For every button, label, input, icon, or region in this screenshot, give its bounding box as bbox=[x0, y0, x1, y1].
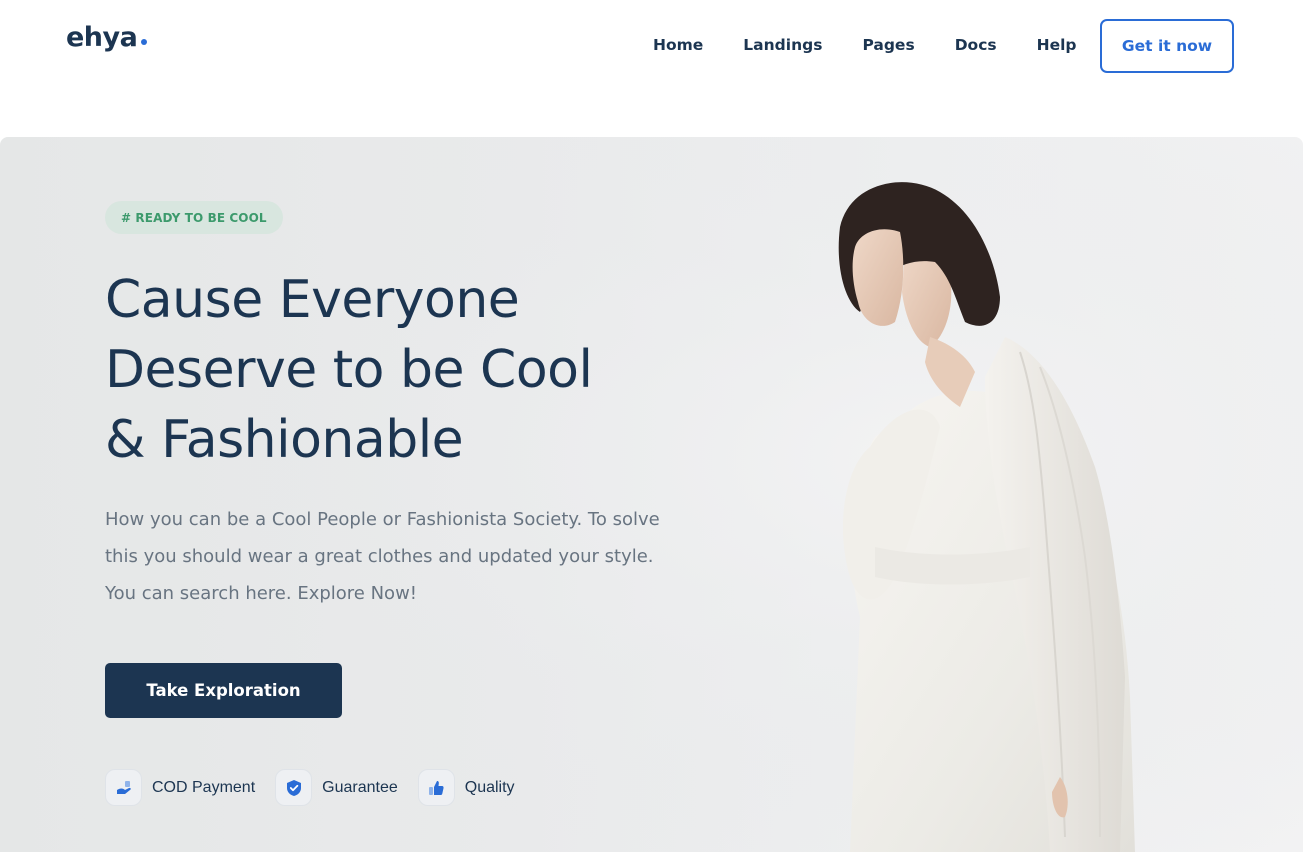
hero-section: # READY TO BE COOL Cause Everyone Deserv… bbox=[0, 137, 1303, 852]
headline-line-2: Deserve to be Cool bbox=[105, 340, 593, 400]
thumbs-up-icon bbox=[417, 769, 455, 806]
shield-check-icon bbox=[275, 769, 313, 806]
hero-photo bbox=[0, 137, 1303, 852]
nav-home[interactable]: Home bbox=[653, 36, 703, 54]
hero-description: How you can be a Cool People or Fashioni… bbox=[105, 509, 660, 604]
nav-docs[interactable]: Docs bbox=[955, 36, 997, 54]
get-it-now-button[interactable]: Get it now bbox=[1100, 19, 1234, 73]
nav-help[interactable]: Help bbox=[1037, 36, 1077, 54]
feature-cod-payment: COD Payment bbox=[105, 769, 255, 806]
headline-line-3: & Fashionable bbox=[105, 410, 464, 470]
feature-quality: Quality bbox=[417, 769, 515, 806]
feature-label: Quality bbox=[464, 778, 515, 796]
nav-landings[interactable]: Landings bbox=[743, 36, 822, 54]
cash-hand-icon bbox=[105, 769, 142, 806]
take-exploration-button[interactable]: Take Exploration bbox=[105, 663, 342, 718]
feature-label: Guarantee bbox=[322, 778, 398, 796]
feature-label: COD Payment bbox=[152, 778, 256, 796]
logo-dot-icon bbox=[141, 39, 148, 45]
feature-list: COD Payment Guarantee Quality bbox=[105, 769, 535, 806]
nav-pages[interactable]: Pages bbox=[862, 36, 914, 54]
site-header: ehya Home Landings Pages Docs Help Get i… bbox=[0, 0, 1303, 137]
logo[interactable]: ehya bbox=[66, 22, 148, 53]
hero-headline: Cause Everyone Deserve to be Cool & Fash… bbox=[105, 265, 745, 475]
headline-line-1: Cause Everyone bbox=[105, 270, 520, 330]
logo-text: ehya bbox=[66, 22, 138, 53]
hero-tag-badge: # READY TO BE COOL bbox=[105, 201, 283, 234]
main-nav: Home Landings Pages Docs Help bbox=[653, 36, 1077, 54]
feature-guarantee: Guarantee bbox=[275, 769, 398, 806]
